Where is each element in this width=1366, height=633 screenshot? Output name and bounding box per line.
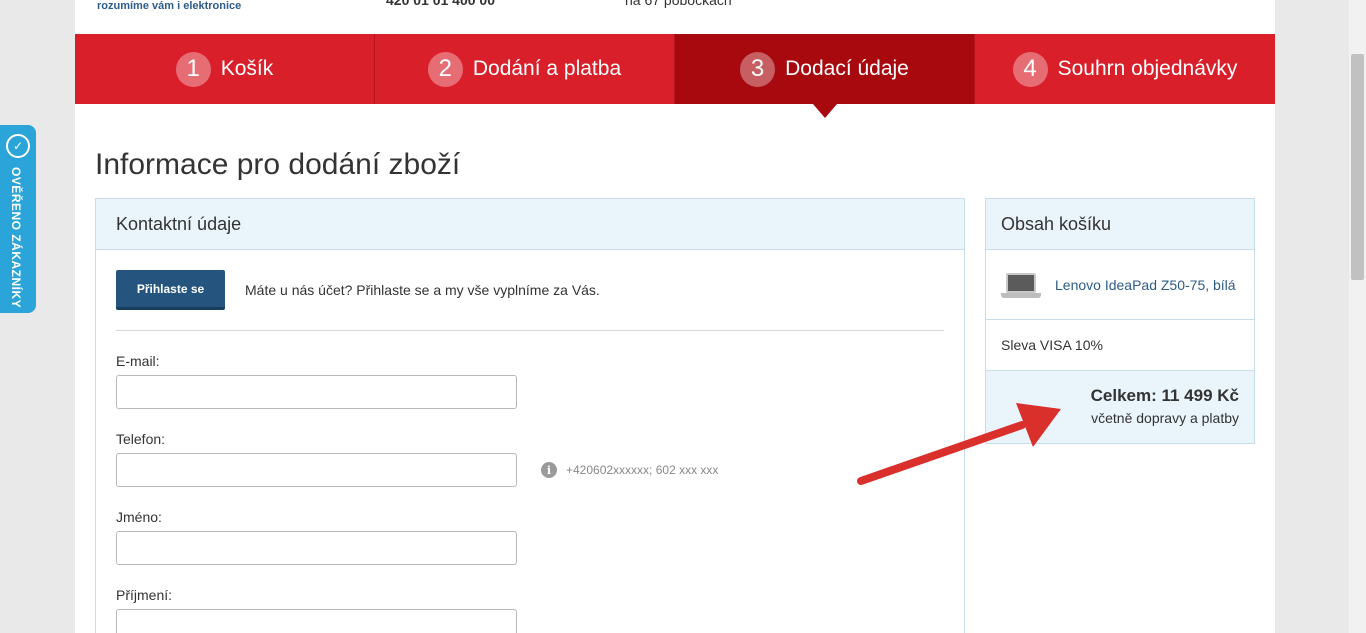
header: rozumíme vám i elektronice 420 01 01 400… [75,0,1275,34]
phone-field[interactable] [116,453,517,487]
divider [116,330,944,331]
step-number: 1 [175,51,211,87]
step-order-summary[interactable]: 4 Souhrn objednávky [975,34,1275,104]
step-number: 4 [1012,51,1048,87]
contact-panel-heading: Kontaktní údaje [96,199,964,250]
seal-icon: ✓ [6,134,30,158]
total-price: Celkem: 11 499 Kč [1090,386,1239,405]
step-number: 2 [427,51,463,87]
firstname-field[interactable] [116,531,517,565]
lastname-field[interactable] [116,609,517,633]
cart-discount: Sleva VISA 10% [986,320,1254,371]
email-label: E-mail: [116,353,160,369]
email-field[interactable] [116,375,517,409]
cart-item-link[interactable]: Lenovo IdeaPad Z50-75, bílá [1055,277,1236,293]
lastname-label: Příjmení: [116,587,173,603]
header-branches: na 67 pobočkách [625,0,732,8]
step-delivery-payment[interactable]: 2 Dodání a platba [375,34,675,104]
laptop-thumbnail[interactable] [1001,271,1041,299]
scrollbar-thumb[interactable] [1351,54,1364,280]
page-title: Informace pro dodání zboží [95,148,461,181]
verified-customers-badge[interactable]: ✓ OVĚŘENO ZÁKAZNÍKY [0,125,36,313]
cart-item: Lenovo IdeaPad Z50-75, bílá [986,250,1254,320]
step-label: Dodání a platba [472,57,622,80]
contact-panel: Kontaktní údaje Přihlaste se Máte u nás … [95,198,965,633]
step-number: 3 [740,51,776,87]
phone-hint-text: +420602xxxxxx; 602 xxx xxx [566,463,719,477]
step-cart[interactable]: 1 Košík [75,34,375,104]
badge-text: OVĚŘENO ZÁKAZNÍKY [9,167,23,309]
header-phone: 420 01 01 400 00 [386,0,495,8]
step-label: Souhrn objednávky [1057,57,1238,80]
total-note: včetně dopravy a platby [1091,410,1239,426]
tagline: rozumíme vám i elektronice [97,0,242,12]
checkout-steps: 1 Košík 2 Dodání a platba 3 Dodací údaje… [75,34,1275,118]
cart-panel-heading: Obsah košíku [986,199,1254,250]
step-label: Dodací údaje [785,57,909,80]
page: rozumíme vám i elektronice 420 01 01 400… [75,0,1275,633]
login-prompt: Máte u nás účet? Přihlaste se a my vše v… [245,282,600,298]
step-delivery-details[interactable]: 3 Dodací údaje [675,34,975,118]
phone-hint: i +420602xxxxxx; 602 xxx xxx [541,462,718,478]
scrollbar[interactable] [1349,0,1366,633]
login-row: Přihlaste se Máte u nás účet? Přihlaste … [116,270,600,310]
cart-total: Celkem: 11 499 Kč včetně dopravy a platb… [986,371,1254,443]
phone-label: Telefon: [116,431,166,447]
info-icon: i [541,462,557,478]
firstname-label: Jméno: [116,509,162,525]
step-label: Košík [220,57,274,80]
login-button[interactable]: Přihlaste se [116,270,225,310]
cart-panel: Obsah košíku Lenovo IdeaPad Z50-75, bílá… [985,198,1255,444]
